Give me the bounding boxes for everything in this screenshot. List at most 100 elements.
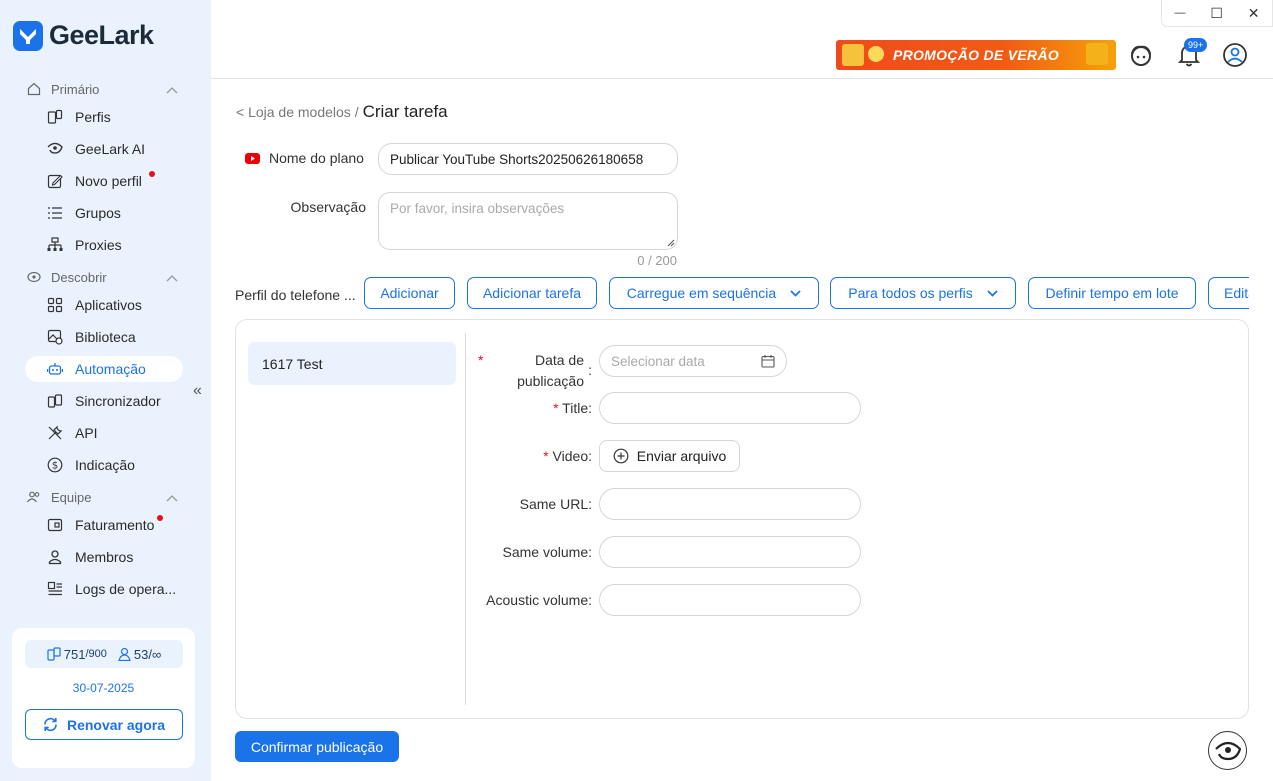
sidebar-item-label: API [75, 425, 98, 441]
chevron-up-icon [166, 270, 178, 285]
publish-date-picker[interactable]: Selecionar data [599, 345, 787, 377]
maximize-button[interactable]: ☐ [1210, 5, 1223, 22]
profiles-icon [46, 108, 64, 126]
title-label: * Title: [553, 400, 592, 416]
same-url-input[interactable] [599, 488, 861, 520]
svg-text:$: $ [52, 461, 58, 472]
summer-promo-banner[interactable]: PROMOÇÃO DE VERÃO [836, 40, 1116, 70]
notification-dot [157, 515, 163, 521]
minimize-button[interactable]: — [1174, 7, 1185, 19]
note-counter: 0 / 200 [637, 253, 677, 268]
compass-icon [26, 269, 42, 285]
note-label: Observação [290, 199, 366, 215]
confirm-publish-button[interactable]: Confirmar publicação [235, 731, 399, 762]
collapse-sidebar-icon[interactable]: « [193, 382, 202, 400]
profile-name: 1617 Test [262, 355, 323, 372]
image-library-icon [46, 328, 64, 346]
gift-icon [1086, 43, 1108, 65]
acoustic-volume-input[interactable] [599, 584, 861, 616]
sidebar-item-perfis[interactable]: Perfis [25, 104, 183, 130]
plan-name-label-row: Nome do plano [245, 150, 364, 166]
chevron-down-icon [790, 289, 801, 297]
sidebar-item-label: Logs de opera... [75, 581, 177, 597]
notification-dot [149, 171, 155, 177]
resize-handle-icon[interactable] [667, 239, 675, 247]
sidebar-item-novo-perfil[interactable]: Novo perfil [25, 168, 183, 194]
sidebar-item-sincronizador[interactable]: Sincronizador [25, 388, 183, 414]
profiles-used: 751 [63, 646, 86, 662]
sidebar-item-membros[interactable]: Membros [25, 544, 183, 570]
same-volume-label: Same volume: [502, 544, 592, 560]
chevron-up-icon [166, 490, 178, 505]
all-profiles-dropdown[interactable]: Para todos os perfis [830, 277, 1016, 309]
sync-icon [46, 392, 64, 410]
plan-name-label: Nome do plano [269, 150, 364, 166]
upload-file-button[interactable]: Enviar arquivo [599, 440, 740, 472]
edit-button[interactable]: Edita [1208, 277, 1249, 309]
list-icon [46, 204, 64, 222]
section-primary-label: Primário [51, 81, 100, 97]
plan-expiry-date: 30-07-2025 [72, 681, 135, 695]
sidebar-item-faturamento[interactable]: Faturamento [25, 512, 183, 538]
publish-date-label-line2: publicação [517, 373, 584, 389]
members-total: /∞ [148, 646, 162, 662]
add-button[interactable]: Adicionar [364, 277, 455, 309]
app-logo[interactable]: GeeLark [13, 20, 154, 51]
assistant-eye-icon[interactable] [1208, 731, 1247, 770]
user-avatar-icon[interactable] [1222, 42, 1248, 68]
window-controls: — ☐ ✕ [1161, 0, 1273, 27]
section-discover-header[interactable]: Descobrir [26, 269, 178, 285]
add-task-button[interactable]: Adicionar tarefa [467, 277, 597, 309]
sidebar-item-logs[interactable]: Logs de opera... [25, 576, 183, 602]
network-icon [46, 236, 64, 254]
wallet-icon [46, 516, 64, 534]
sidebar-item-geelark-ai[interactable]: GeeLark AI [25, 136, 183, 162]
same-volume-input[interactable] [599, 536, 861, 568]
acoustic-volume-label: Acoustic volume: [486, 592, 592, 608]
renew-now-button[interactable]: Renovar agora [25, 709, 183, 740]
sidebar-item-indicacao[interactable]: $ Indicação [25, 452, 183, 478]
team-icon [26, 489, 42, 505]
batch-time-button[interactable]: Definir tempo em lote [1028, 277, 1196, 309]
sidebar-item-api[interactable]: API [25, 420, 183, 446]
sidebar: GeeLark Primário Perfis GeeLark AI Novo … [0, 0, 211, 781]
breadcrumb-back-link[interactable]: < Loja de modelos / [236, 104, 359, 120]
sidebar-item-label: GeeLark AI [75, 141, 146, 157]
sidebar-item-proxies[interactable]: Proxies [25, 232, 183, 258]
members-used: 53 [133, 646, 149, 662]
sidebar-item-label: Biblioteca [75, 329, 136, 345]
plan-card: 751/900 53/∞ 30-07-2025 Renovar agora [12, 628, 195, 768]
sidebar-item-label: Membros [75, 549, 134, 565]
close-button[interactable]: ✕ [1248, 5, 1260, 22]
section-team-header[interactable]: Equipe [26, 489, 178, 505]
phone-quota-icon [47, 647, 61, 661]
profile-section-label: Perfil do telefone ... [235, 287, 356, 303]
sidebar-item-automacao[interactable]: Automação [25, 356, 183, 382]
sidebar-item-grupos[interactable]: Grupos [25, 200, 183, 226]
sidebar-item-biblioteca[interactable]: Biblioteca [25, 324, 183, 350]
load-sequence-label: Carregue em sequência [626, 285, 777, 301]
sidebar-item-label: Novo perfil [75, 173, 142, 189]
app-name: GeeLark [49, 20, 154, 50]
panel-divider [465, 333, 466, 705]
title-input[interactable] [599, 392, 861, 424]
logs-icon [46, 580, 64, 598]
robot-icon [46, 360, 64, 378]
promo-label: PROMOÇÃO DE VERÃO [892, 47, 1060, 63]
load-sequence-dropdown[interactable]: Carregue em sequência [609, 277, 819, 309]
task-panel: 1617 Test * Data de publicação : Selecio… [235, 319, 1249, 719]
note-textarea[interactable]: Por favor, insira observações [378, 192, 678, 250]
sidebar-item-label: Indicação [75, 457, 135, 473]
video-label: * Video: [543, 448, 592, 464]
profiles-total: /900 [85, 648, 107, 660]
sidebar-item-aplicativos[interactable]: Aplicativos [25, 292, 183, 318]
sidebar-item-label: Sincronizador [75, 393, 161, 409]
member-quota-icon [118, 647, 131, 661]
section-primary-header[interactable]: Primário [26, 81, 178, 97]
youtube-icon [245, 152, 260, 164]
sidebar-item-label: Proxies [75, 237, 122, 253]
plan-name-input[interactable]: Publicar YouTube Shorts20250626180658 [378, 143, 678, 175]
quota-summary: 751/900 53/∞ [25, 640, 183, 668]
profile-list-item[interactable]: 1617 Test [248, 342, 456, 385]
support-agent-icon[interactable] [1128, 42, 1154, 68]
